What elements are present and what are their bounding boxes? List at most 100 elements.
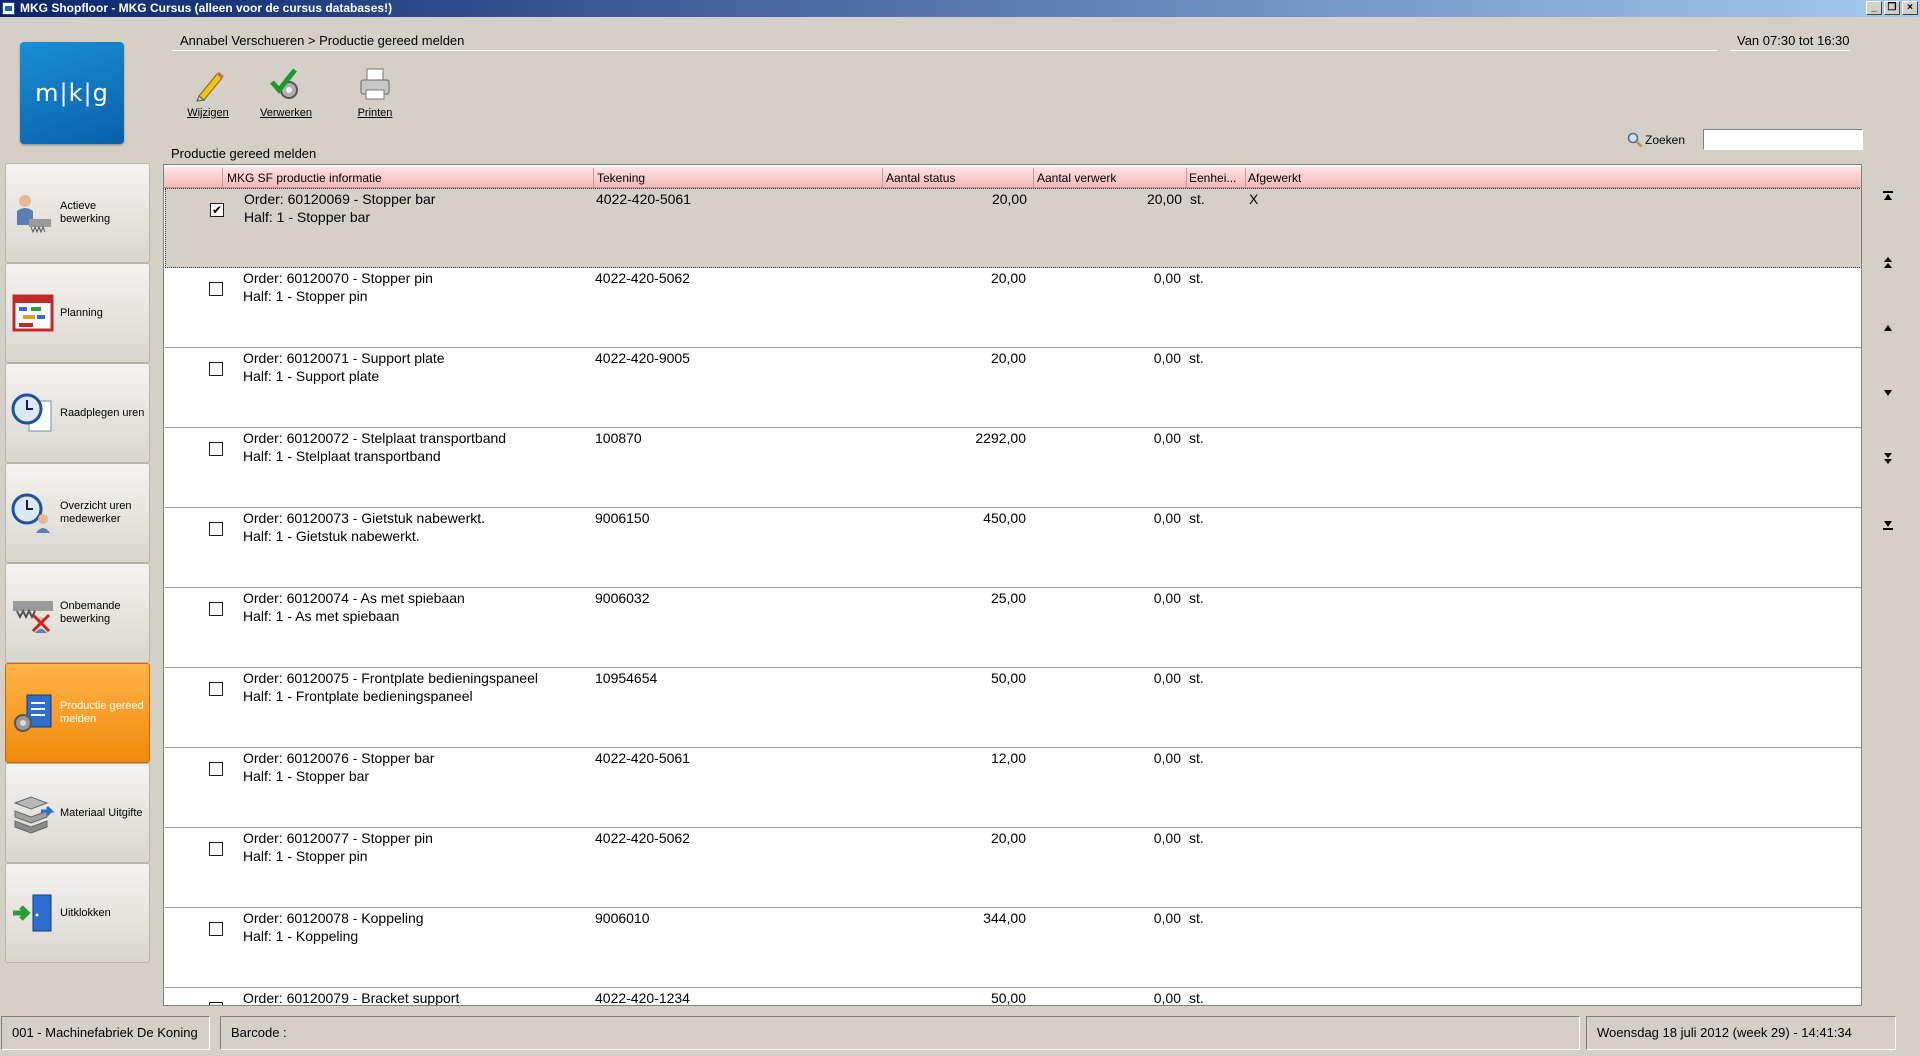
door-exit-icon — [13, 894, 52, 932]
wijzigen-button[interactable]: Wijzigen — [173, 66, 243, 119]
column-header-info[interactable]: MKG SF productie informatie — [227, 171, 382, 185]
status-cell: 344,00 — [983, 910, 1026, 926]
table-row[interactable]: ✔ Order: 60120069 - Stopper bar Half: 1 - … — [165, 188, 1861, 268]
scroll-up-icon[interactable] — [1878, 318, 1898, 338]
eenheid-cell: st. — [1189, 670, 1204, 686]
row-info: Order: 60120077 - Stopper pin Half: 1 - S… — [243, 829, 433, 865]
row-checkbox[interactable] — [209, 362, 223, 376]
sidebar-item-label: Planning — [60, 306, 103, 319]
eenheid-cell: st. — [1189, 270, 1204, 286]
row-checkbox[interactable] — [209, 602, 223, 616]
table-row[interactable]: Order: 60120076 - Stopper bar Half: 1 - S… — [165, 748, 1861, 828]
eenheid-cell: st. — [1189, 990, 1204, 1006]
search-input[interactable] — [1703, 129, 1863, 150]
eenheid-cell: st. — [1189, 510, 1204, 526]
datetime-panel: Woensdag 18 juli 2012 (week 29) - 14:41:… — [1586, 1016, 1896, 1050]
verwerk-cell: 0,00 — [1153, 910, 1181, 926]
shift-time: Van 07:30 tot 16:30 — [1737, 33, 1850, 48]
eenheid-cell: st. — [1189, 910, 1204, 926]
status-cell: 50,00 — [990, 990, 1026, 1006]
grid-header: MKG SF productie informatie Tekening Aan… — [164, 167, 1861, 188]
order-text: Order: 60120074 - As met spiebaan — [243, 590, 465, 606]
row-checkbox[interactable] — [209, 922, 223, 936]
scroll-first-icon[interactable] — [1878, 186, 1898, 206]
order-text: Order: 60120069 - Stopper bar — [244, 191, 436, 207]
close-icon[interactable]: × — [1902, 1, 1918, 15]
scroll-down-icon[interactable] — [1878, 383, 1898, 403]
verwerk-cell: 20,00 — [1146, 191, 1182, 207]
verwerk-cell: 0,00 — [1153, 990, 1181, 1006]
barcode-panel[interactable]: Barcode : — [220, 1016, 1580, 1050]
sidebar-item-onbemande-bewerking[interactable]: Onbemande bewerking — [5, 563, 150, 663]
tekening-cell: 4022-420-1234 — [595, 990, 690, 1006]
tekening-cell: 4022-420-5061 — [595, 750, 690, 766]
verwerken-button[interactable]: Verwerken — [251, 66, 321, 119]
order-text: Order: 60120075 - Frontplate bedieningsp… — [243, 670, 538, 686]
column-separator — [882, 168, 883, 187]
scroll-last-icon[interactable] — [1878, 515, 1898, 535]
verwerk-cell: 0,00 — [1153, 350, 1181, 366]
order-text: Order: 60120073 - Gietstuk nabewerkt. — [243, 510, 486, 526]
worker-machine-icon — [17, 195, 51, 234]
table-row[interactable]: Order: 60120078 - Koppeling Half: 1 - Kop… — [165, 908, 1861, 988]
table-row[interactable]: Order: 60120071 - Support plate Half: 1 -… — [165, 348, 1861, 428]
half-text: Half: 1 - Stopper bar — [243, 768, 370, 784]
order-text: Order: 60120070 - Stopper pin — [243, 270, 433, 286]
status-cell: 450,00 — [983, 510, 1026, 526]
row-info: Order: 60120071 - Support plate Half: 1 -… — [243, 349, 445, 385]
row-checkbox[interactable] — [209, 282, 223, 296]
table-row[interactable]: Order: 60120074 - As met spiebaan Half: 1… — [165, 588, 1861, 668]
order-text: Order: 60120077 - Stopper pin — [243, 830, 433, 846]
tekening-cell: 9006150 — [595, 510, 650, 526]
column-header-tekening[interactable]: Tekening — [597, 171, 645, 185]
half-text: Half: 1 - Frontplate bedieningspaneel — [243, 688, 473, 704]
half-text: Half: 1 - Stopper pin — [243, 848, 368, 864]
column-header-verwerk[interactable]: Aantal verwerk — [1037, 171, 1116, 185]
tekening-cell: 4022-420-5061 — [596, 191, 691, 207]
status-cell: 2292,00 — [975, 430, 1026, 446]
table-row[interactable]: Order: 60120070 - Stopper pin Half: 1 - S… — [165, 268, 1861, 348]
sidebar-item-label: Overzicht uren medewerker — [60, 500, 132, 525]
half-text: Half: 1 - Support plate — [243, 368, 380, 384]
half-text: Half: 1 - Koppeling — [243, 928, 359, 944]
half-text: Half: 1 - Stopper bar — [244, 209, 371, 225]
printen-button[interactable]: Printen — [340, 66, 410, 119]
status-cell: 20,00 — [990, 350, 1026, 366]
verwerk-cell: 0,00 — [1153, 750, 1181, 766]
row-checkbox[interactable] — [209, 1002, 223, 1005]
company-panel: 001 - Machinefabriek De Koning — [1, 1016, 210, 1050]
row-checkbox[interactable] — [209, 842, 223, 856]
row-checkbox[interactable] — [209, 682, 223, 696]
afgewerkt-cell: X — [1249, 191, 1259, 207]
table-row[interactable]: Order: 60120073 - Gietstuk nabewerkt. Hal… — [165, 508, 1861, 588]
row-checkbox[interactable]: ✔ — [210, 203, 224, 217]
sidebar-item-uitklokken[interactable]: Uitklokken — [5, 863, 150, 963]
row-checkbox[interactable] — [209, 522, 223, 536]
restore-icon[interactable]: ❐ — [1884, 1, 1900, 15]
sidebar-item-actieve-bewerking[interactable]: Actieve bewerking — [5, 163, 150, 263]
sidebar-item-productie-gereed-melden[interactable]: Productie gereed melden — [5, 663, 150, 763]
row-checkbox[interactable] — [209, 442, 223, 456]
verwerken-label: Verwerken — [260, 107, 312, 119]
sidebar-item-materiaal-uitgifte[interactable]: Materiaal Uitgifte — [5, 763, 150, 863]
minimize-icon[interactable]: _ — [1866, 1, 1882, 15]
verwerk-cell: 0,00 — [1153, 830, 1181, 846]
table-row[interactable]: Order: 60120075 - Frontplate bedieningsp… — [165, 668, 1861, 748]
scroll-page-down-icon[interactable] — [1878, 449, 1898, 469]
order-text: Order: 60120072 - Stelplaat transportban… — [243, 430, 507, 446]
column-header-afgewerkt[interactable]: Afgewerkt — [1248, 171, 1301, 185]
sidebar-item-raadplegen-uren[interactable]: Raadplegen uren — [5, 363, 150, 463]
scroll-page-up-icon[interactable] — [1878, 253, 1898, 273]
breadcrumb-divider — [172, 50, 1717, 51]
logo-text: m|k|g — [35, 79, 109, 107]
row-checkbox[interactable] — [209, 762, 223, 776]
column-header-status[interactable]: Aantal status — [886, 171, 955, 185]
sidebar-item-overzicht-uren[interactable]: Overzicht uren medewerker — [5, 463, 150, 563]
table-row[interactable]: Order: 60120072 - Stelplaat transportban… — [165, 428, 1861, 508]
sidebar-item-planning[interactable]: Planning — [5, 263, 150, 363]
column-header-eenheid[interactable]: Eenhei... — [1189, 171, 1244, 185]
table-row[interactable]: Order: 60120079 - Bracket support 4022-42… — [165, 988, 1861, 1006]
window-titlebar: MKG Shopfloor - MKG Cursus (alleen voor … — [0, 0, 1920, 17]
table-row[interactable]: Order: 60120077 - Stopper pin Half: 1 - S… — [165, 828, 1861, 908]
tekening-cell: 10954654 — [595, 670, 658, 686]
